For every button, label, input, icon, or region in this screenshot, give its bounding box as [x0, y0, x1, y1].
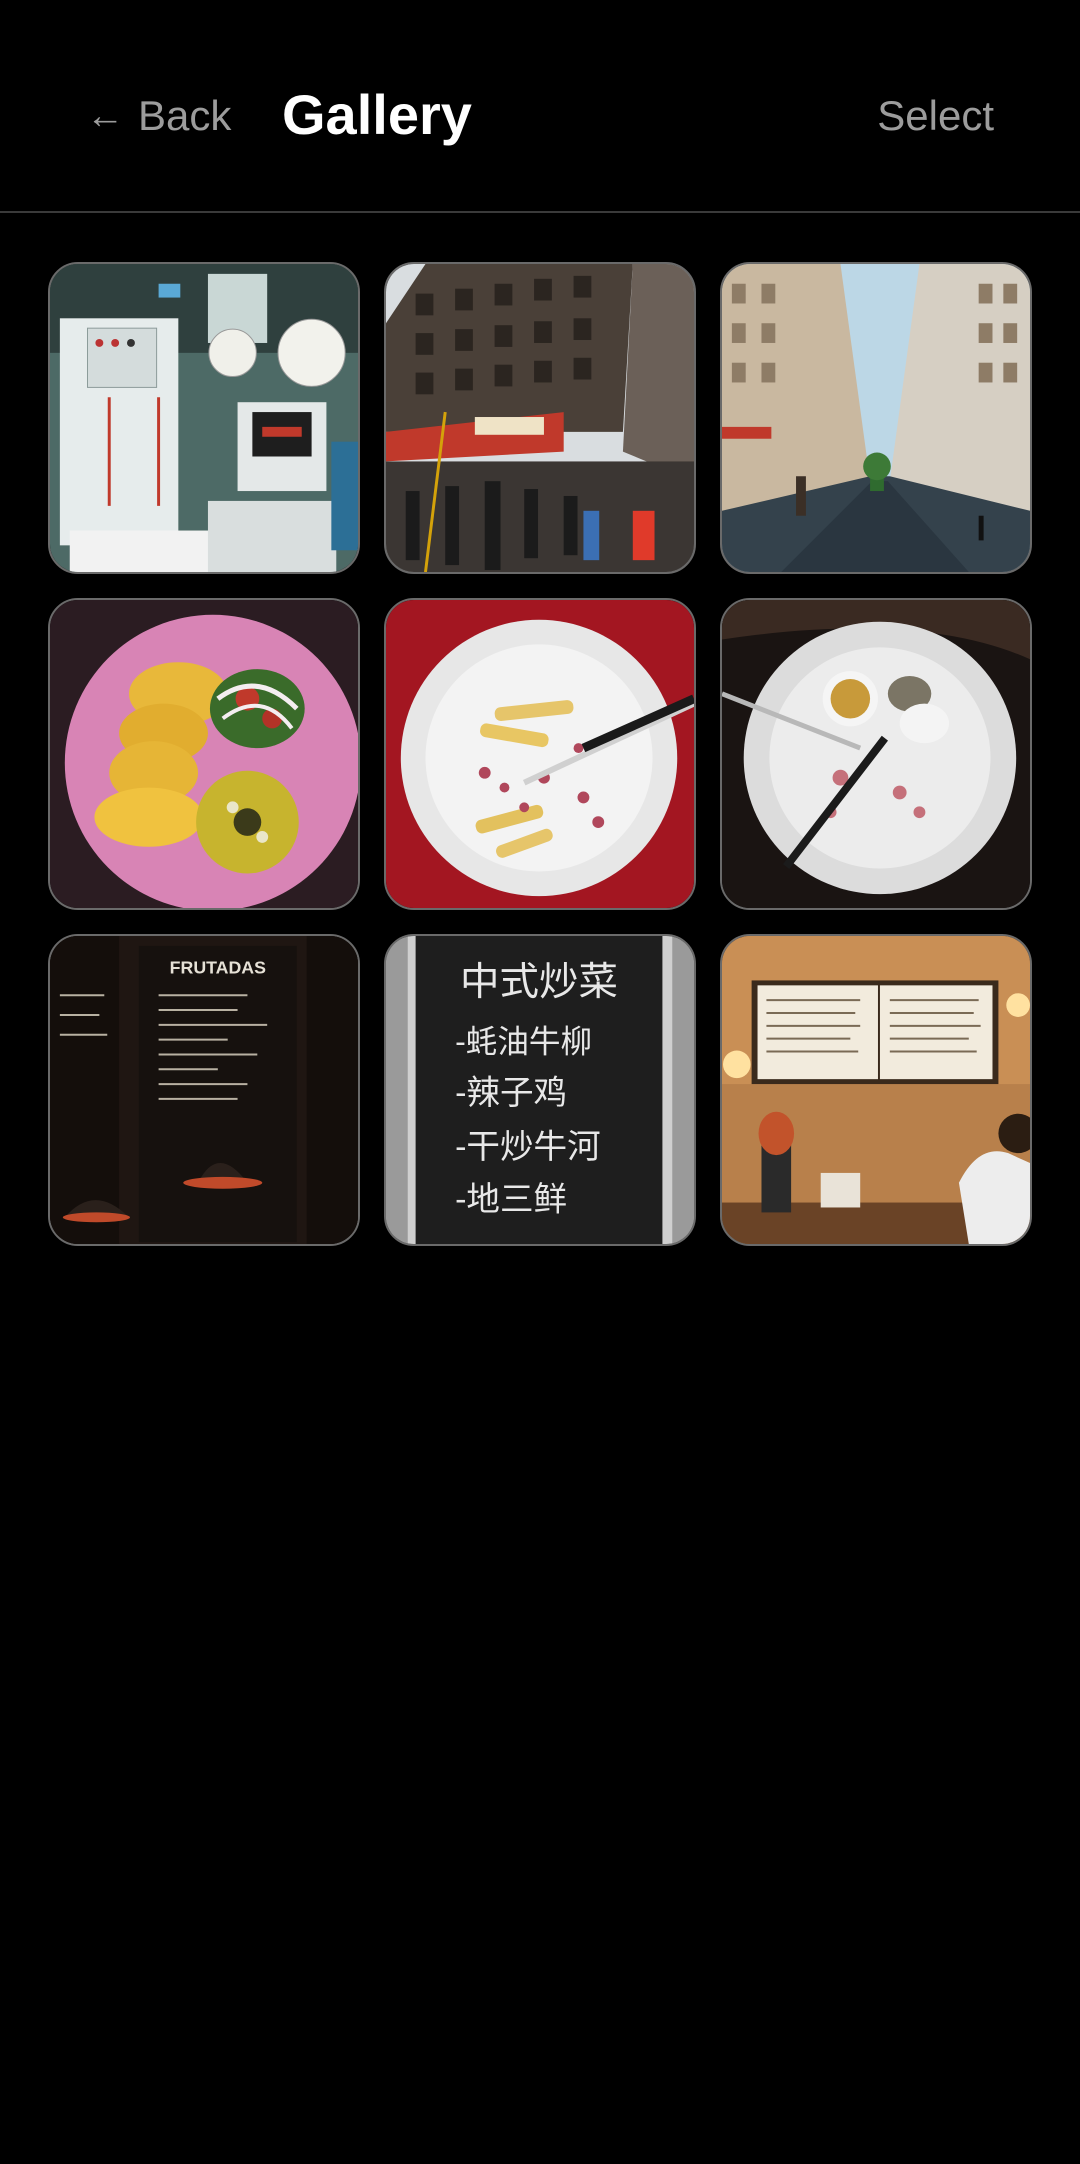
- photo-chalkboard-chinese[interactable]: 中式炒菜 -蚝油牛柳 -辣子鸡 -干炒牛河 -地三鲜: [384, 934, 696, 1246]
- photo-image: [722, 936, 1030, 1244]
- photo-image: [386, 600, 694, 908]
- chalk-line: 中式炒菜: [460, 959, 618, 1005]
- select-button[interactable]: Select: [877, 84, 994, 148]
- photo-machine-packaging[interactable]: [48, 262, 360, 574]
- photo-image: 中式炒菜 -蚝油牛柳 -辣子鸡 -干炒牛河 -地三鲜: [386, 936, 694, 1244]
- photo-image: FRUTADAS: [50, 936, 358, 1244]
- photo-coffee-counter[interactable]: [720, 934, 1032, 1246]
- photo-image: [722, 600, 1030, 908]
- photo-fries-plate[interactable]: [384, 598, 696, 910]
- page-title: Gallery: [282, 83, 472, 146]
- photo-image: [722, 264, 1030, 572]
- photo-image: [386, 264, 694, 572]
- app-header: ← Back Gallery Select: [0, 0, 1080, 212]
- photo-image: [50, 264, 358, 572]
- back-button[interactable]: ← Back: [86, 84, 231, 148]
- photo-street-view[interactable]: [720, 262, 1032, 574]
- chalk-line: -蚝油牛柳: [455, 1024, 592, 1060]
- photo-chalkboard-menu-bar[interactable]: FRUTADAS: [48, 934, 360, 1246]
- chalk-line: -辣子鸡: [455, 1073, 567, 1112]
- header-divider: [0, 211, 1080, 213]
- photo-pink-plate[interactable]: [48, 598, 360, 910]
- left-arrow-icon: ←: [86, 95, 124, 137]
- chalkboard-heading: FRUTADAS: [170, 958, 266, 978]
- photo-grid: FRUTADAS 中式炒菜 -蚝油牛柳 -辣子鸡 -干炒牛河 -地三鲜: [48, 262, 1032, 1246]
- photo-finished-plate[interactable]: [720, 598, 1032, 910]
- photo-image: [50, 600, 358, 908]
- chalk-line: -干炒牛河: [455, 1127, 601, 1166]
- chalk-line: -地三鲜: [455, 1179, 567, 1218]
- back-label: Back: [138, 92, 232, 139]
- photo-city-crossroads[interactable]: [384, 262, 696, 574]
